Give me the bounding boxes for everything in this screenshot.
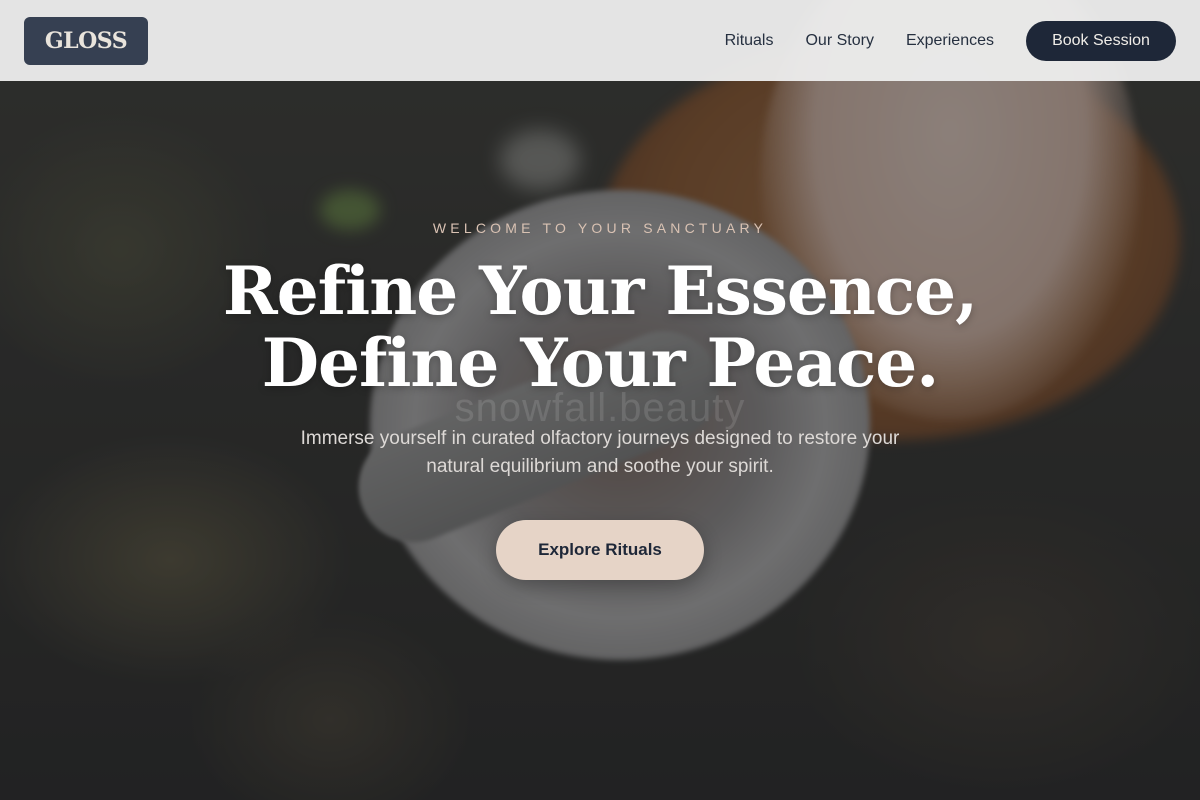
hero-subtitle: Immerse yourself in curated olfactory jo… <box>300 428 900 477</box>
hero-eyebrow: WELCOME TO YOUR SANCTUARY <box>432 220 768 236</box>
brand-logo-text: GLOSS <box>44 27 128 54</box>
hero-headline-line-1: Refine Your Essence, <box>222 252 978 330</box>
book-session-button[interactable]: Book Session <box>1026 20 1176 61</box>
nav-link-rituals[interactable]: Rituals <box>725 32 774 50</box>
site-header: GLOSS Rituals Our Story Experiences Book… <box>0 0 1200 81</box>
explore-rituals-button[interactable]: Explore Rituals <box>496 520 704 580</box>
nav-link-experiences[interactable]: Experiences <box>906 32 994 50</box>
hero-content: WELCOME TO YOUR SANCTUARY Refine Your Es… <box>0 0 1200 800</box>
main-nav: Rituals Our Story Experiences Book Sessi… <box>725 20 1176 61</box>
brand-logo[interactable]: GLOSS <box>24 16 148 65</box>
hero-headline: Refine Your Essence, Define Your Peace. <box>0 255 1200 399</box>
nav-link-our-story[interactable]: Our Story <box>805 32 873 50</box>
